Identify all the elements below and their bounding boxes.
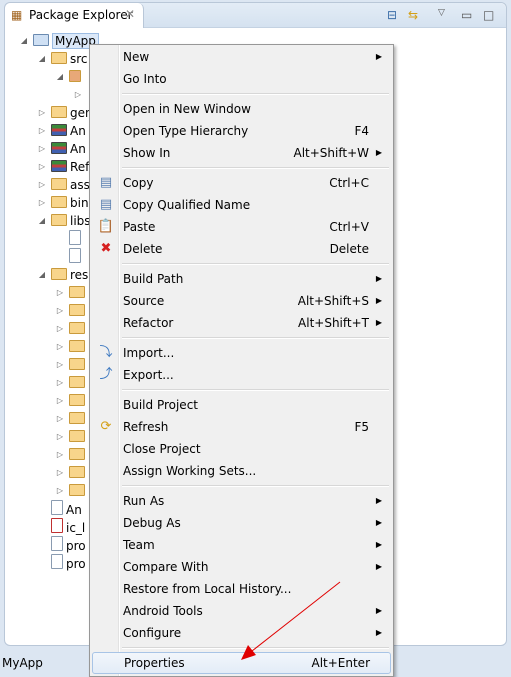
annotation-arrow [241, 581, 341, 660]
